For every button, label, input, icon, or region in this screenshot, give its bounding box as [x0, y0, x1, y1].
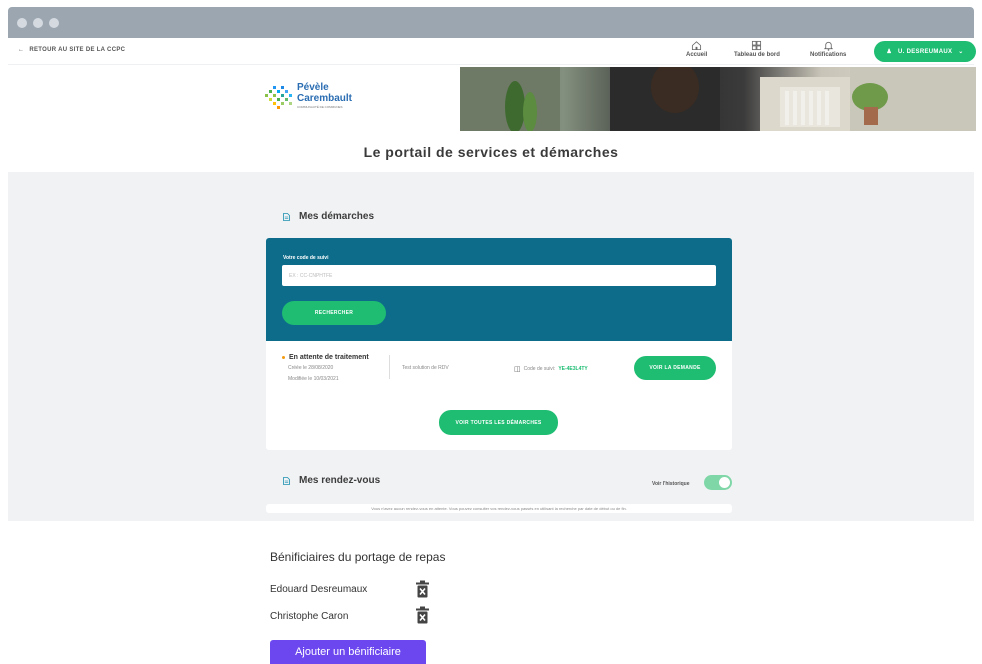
request-status: En attente de traitement: [282, 354, 369, 361]
tracking-code-value: YE-4E3L4TY: [558, 366, 588, 372]
trash-icon[interactable]: [415, 606, 430, 624]
history-toggle-label: Voir l'historique: [652, 481, 690, 487]
logo-subtitle: COMMUNAUTÉ DE COMMUNES: [297, 105, 343, 109]
nav-accueil-label: Accueil: [686, 52, 708, 58]
mes-demarches-heading: Mes démarches: [283, 211, 374, 222]
window-close-dot[interactable]: [17, 18, 27, 28]
back-link-label: RETOUR AU SITE DE LA CCPC: [29, 47, 126, 53]
bell-icon: [823, 41, 833, 51]
request-status-label: En attente de traitement: [289, 354, 369, 361]
banner-photo: [460, 67, 976, 131]
page-title: Le portail de services et démarches: [363, 144, 619, 160]
search-button[interactable]: RECHERCHER: [282, 301, 386, 325]
document-icon: [283, 212, 290, 221]
view-request-button[interactable]: VOIR LA DEMANDE: [634, 356, 716, 380]
user-menu-button[interactable]: ♟ U. DESREUMAUX ⌄: [874, 41, 976, 62]
user-icon: ♟: [886, 49, 893, 55]
beneficiary-name: Edouard Desreumaux: [270, 584, 368, 595]
document-icon: [283, 476, 290, 485]
window-titlebar: [8, 7, 974, 38]
request-divider: [389, 355, 390, 379]
logo-line-1: Pévèle: [297, 82, 329, 93]
tracking-code: ◫ Code de suivi: YE-4E3L4TY: [514, 365, 588, 373]
logo-mosaic-icon: [265, 86, 292, 109]
arrow-left-icon: ←: [18, 47, 25, 53]
window-minimize-dot[interactable]: [33, 18, 43, 28]
status-dot-icon: [282, 356, 285, 359]
search-label: Votre code de suivi: [283, 255, 329, 261]
nav-notifications[interactable]: Notifications: [810, 40, 846, 58]
search-panel: Votre code de suivi RECHERCHER: [266, 238, 732, 341]
request-row: En attente de traitement Créée le 28/08/…: [266, 341, 732, 401]
logo-line-2: Carembault: [297, 93, 353, 104]
request-created-date: Créée le 28/08/2020: [288, 365, 334, 371]
nav-tableau-de-bord-label: Tableau de bord: [734, 52, 780, 58]
mes-rendez-vous-title: Mes rendez-vous: [299, 475, 381, 486]
chevron-down-icon: ⌄: [958, 49, 964, 55]
pevele-carembault-logo[interactable]: Pévèle Carembault COMMUNAUTÉ DE COMMUNES: [265, 82, 395, 114]
folder-icon: ◫: [514, 366, 521, 373]
mes-rendez-vous-heading: Mes rendez-vous: [283, 475, 380, 486]
add-beneficiary-button[interactable]: Ajouter un bénificiaire: [270, 640, 426, 664]
tracking-code-input[interactable]: [282, 265, 716, 286]
toggle-knob: [719, 477, 730, 488]
home-icon: [692, 41, 702, 51]
tracking-code-label: Code de suivi:: [523, 366, 556, 372]
beneficiaries-title: Bénificiaires du portage de repas: [270, 550, 446, 564]
nav-accueil[interactable]: Accueil: [686, 40, 707, 58]
top-navigation: ← RETOUR AU SITE DE LA CCPC Accueil Tabl…: [8, 38, 976, 65]
nav-tableau-de-bord[interactable]: Tableau de bord: [734, 40, 780, 58]
beneficiary-name: Christophe Caron: [270, 611, 349, 622]
window-maximize-dot[interactable]: [49, 18, 59, 28]
mes-demarches-title: Mes démarches: [299, 211, 375, 222]
trash-icon[interactable]: [415, 580, 430, 598]
back-to-site-link[interactable]: ← RETOUR AU SITE DE LA CCPC: [18, 47, 125, 53]
nav-notifications-label: Notifications: [810, 52, 847, 58]
office-photo-illustration: [460, 67, 976, 131]
dashboard-icon: [752, 40, 762, 51]
user-name-label: U. DESREUMAUX: [898, 48, 953, 55]
history-toggle[interactable]: [704, 475, 732, 490]
demarches-card: Votre code de suivi RECHERCHER En attent…: [266, 238, 732, 450]
request-description: Test solution de RDV: [402, 365, 449, 371]
no-appointment-message: Vous n'avez aucun rendez-vous en attente…: [266, 504, 732, 513]
view-all-requests-button[interactable]: VOIR TOUTES LES DÉMARCHES: [439, 410, 558, 435]
request-modified-date: Modifiée le 10/03/2021: [288, 376, 339, 382]
